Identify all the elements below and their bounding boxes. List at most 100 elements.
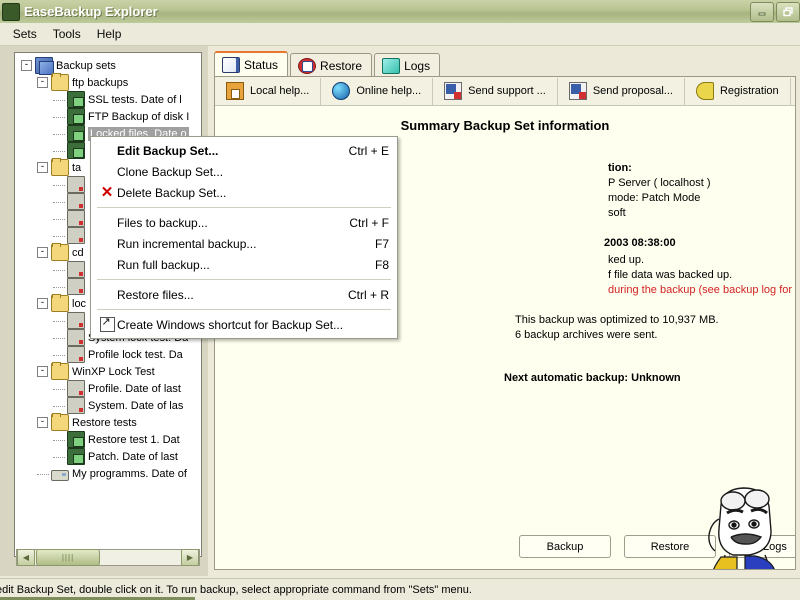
summary-line: tion:: [608, 162, 632, 174]
pc-backup-icon: [67, 278, 85, 295]
tree-node[interactable]: System. Date of las: [15, 397, 201, 414]
menu-item-sets[interactable]: Sets: [5, 24, 45, 44]
status-book-icon: [222, 57, 240, 73]
scroll-thumb[interactable]: ||||: [36, 549, 100, 566]
tree-node[interactable]: SSL tests. Date of l: [15, 91, 201, 108]
tree-expander[interactable]: -: [37, 77, 48, 88]
tree-node-label: WinXP Lock Test: [72, 365, 155, 378]
thinking-man-icon: [708, 487, 775, 569]
toolbar-button-label: Registration: [719, 85, 779, 97]
tree-node-label: SSL tests. Date of l: [88, 93, 182, 106]
tree-node[interactable]: Patch. Date of last: [15, 448, 201, 465]
context-menu-item-delete-backup-set[interactable]: ✕ Delete Backup Set...: [91, 182, 397, 203]
folder-icon: [51, 73, 69, 91]
backup-set-context-menu[interactable]: Edit Backup Set... Ctrl + E Clone Backup S…: [90, 136, 398, 339]
context-menu-item-run-incremental-backup[interactable]: Run incremental backup... F7: [91, 233, 397, 254]
toolbar-button-label: Local help...: [250, 85, 310, 97]
application-window: EaseBackup Explorer e Sets Tools Help -B…: [0, 0, 800, 600]
tree-connector: [53, 286, 65, 288]
minimize-icon: [758, 12, 766, 15]
restore-shield-icon: [298, 57, 317, 74]
pc-backup-icon: [67, 312, 85, 329]
tree-node[interactable]: - Backup sets: [15, 57, 201, 75]
summary-line: mode: Patch Mode: [608, 192, 701, 204]
tree-node[interactable]: FTP Backup of disk I: [15, 108, 201, 125]
tree-node-label: Restore tests: [72, 416, 137, 429]
summary-title: Summary Backup Set information: [400, 118, 610, 133]
network-backup-icon: [67, 125, 85, 142]
tree-node[interactable]: Profile lock test. Da: [15, 346, 201, 363]
tree-connector: [53, 354, 65, 356]
pc-backup-icon: [67, 346, 85, 363]
tab-label: Status: [244, 58, 279, 72]
toolbar-button-send-support[interactable]: Send support ...: [433, 77, 558, 105]
menu-item-help[interactable]: Help: [89, 24, 130, 44]
context-menu-item-files-to-backup[interactable]: Files to backup... Ctrl + F: [91, 212, 397, 233]
toolbar-button-local-help[interactable]: Local help...: [215, 77, 322, 105]
context-menu-accelerator: F8: [374, 257, 389, 272]
tab-label: Restore: [320, 58, 363, 73]
tree-expander[interactable]: -: [37, 366, 48, 377]
tree-node[interactable]: - ftp backups: [15, 73, 201, 91]
tree-node-label: My programms. Date of: [72, 467, 187, 480]
context-menu-label: Create Windows shortcut for Backup Set..…: [117, 317, 344, 332]
tab-logs[interactable]: Logs: [374, 53, 441, 77]
action-button-backup[interactable]: Backup: [519, 535, 611, 558]
tree-expander[interactable]: -: [37, 247, 48, 258]
minimize-button[interactable]: [750, 1, 774, 22]
summary-line: soft: [608, 207, 626, 219]
context-menu-separator: [97, 207, 391, 208]
scroll-grip: ||||: [61, 553, 75, 562]
context-menu-label: Delete Backup Set...: [117, 185, 227, 200]
folder-icon: [51, 158, 69, 176]
menu-bar: e Sets Tools Help: [0, 23, 800, 46]
tree-expander[interactable]: -: [21, 60, 32, 71]
context-menu-item-restore-files[interactable]: Restore files... Ctrl + R: [91, 284, 397, 305]
pc-backup-icon: [67, 397, 85, 414]
tree-node[interactable]: - WinXP Lock Test: [15, 362, 201, 380]
tree-node-label: cd: [72, 246, 84, 259]
network-backup-icon: [67, 142, 85, 159]
toolbar-button-online-help[interactable]: Online help...: [321, 77, 434, 105]
restore-button[interactable]: [776, 1, 800, 22]
window-title: EaseBackup Explorer: [24, 4, 158, 19]
shortcut-icon: [99, 315, 115, 332]
tab-restore[interactable]: Restore: [290, 53, 373, 77]
window-controls: [750, 1, 800, 22]
context-menu-item-edit-backup-set[interactable]: Edit Backup Set... Ctrl + E: [91, 140, 397, 161]
context-menu-label: Clone Backup Set...: [117, 164, 224, 179]
tree-expander[interactable]: -: [37, 417, 48, 428]
folder-icon: [51, 243, 69, 261]
tree-node-label: FTP Backup of disk I: [88, 110, 190, 123]
tree-node[interactable]: Profile. Date of last: [15, 380, 201, 397]
scroll-left-button[interactable]: ◀: [17, 549, 35, 566]
network-backup-icon: [67, 91, 85, 108]
context-menu-item-create-windows-shortcut-for-backup-set[interactable]: Create Windows shortcut for Backup Set..…: [91, 314, 397, 335]
context-menu-item-clone-backup-set[interactable]: Clone Backup Set...: [91, 161, 397, 182]
restore-icon: [782, 6, 793, 16]
tree-node[interactable]: My programms. Date of: [15, 465, 201, 482]
context-menu-item-run-full-backup[interactable]: Run full backup... F8: [91, 254, 397, 275]
tree-connector: [53, 99, 65, 101]
toolbar-button-send-proposal[interactable]: Send proposal...: [558, 77, 685, 105]
tree-node-label: Profile. Date of last: [88, 382, 181, 395]
context-menu-accelerator: F7: [374, 236, 389, 251]
toolbar-button-registration[interactable]: Registration: [685, 77, 791, 105]
context-menu-icon-slot: [97, 315, 117, 332]
tree-connector: [53, 337, 65, 339]
tab-status[interactable]: Status: [214, 51, 289, 77]
tree-node[interactable]: - Restore tests: [15, 413, 201, 431]
summary-line: 2003 08:38:00: [604, 237, 676, 249]
tree-node[interactable]: Restore test 1. Dat: [15, 431, 201, 448]
tree-expander[interactable]: -: [37, 298, 48, 309]
tab-label: Logs: [404, 58, 431, 73]
delete-x-icon: ✕: [100, 183, 114, 201]
summary-line: f file data was backed up.: [608, 269, 733, 281]
scroll-right-button[interactable]: ▶: [181, 549, 199, 566]
tree-horizontal-scrollbar[interactable]: ◀ |||| ▶: [16, 549, 200, 566]
tree-expander[interactable]: -: [37, 162, 48, 173]
tree-node-label: Restore test 1. Dat: [88, 433, 180, 446]
context-menu-separator: [97, 309, 391, 310]
menu-item-tools[interactable]: Tools: [45, 24, 89, 44]
tree-connector: [53, 405, 65, 407]
